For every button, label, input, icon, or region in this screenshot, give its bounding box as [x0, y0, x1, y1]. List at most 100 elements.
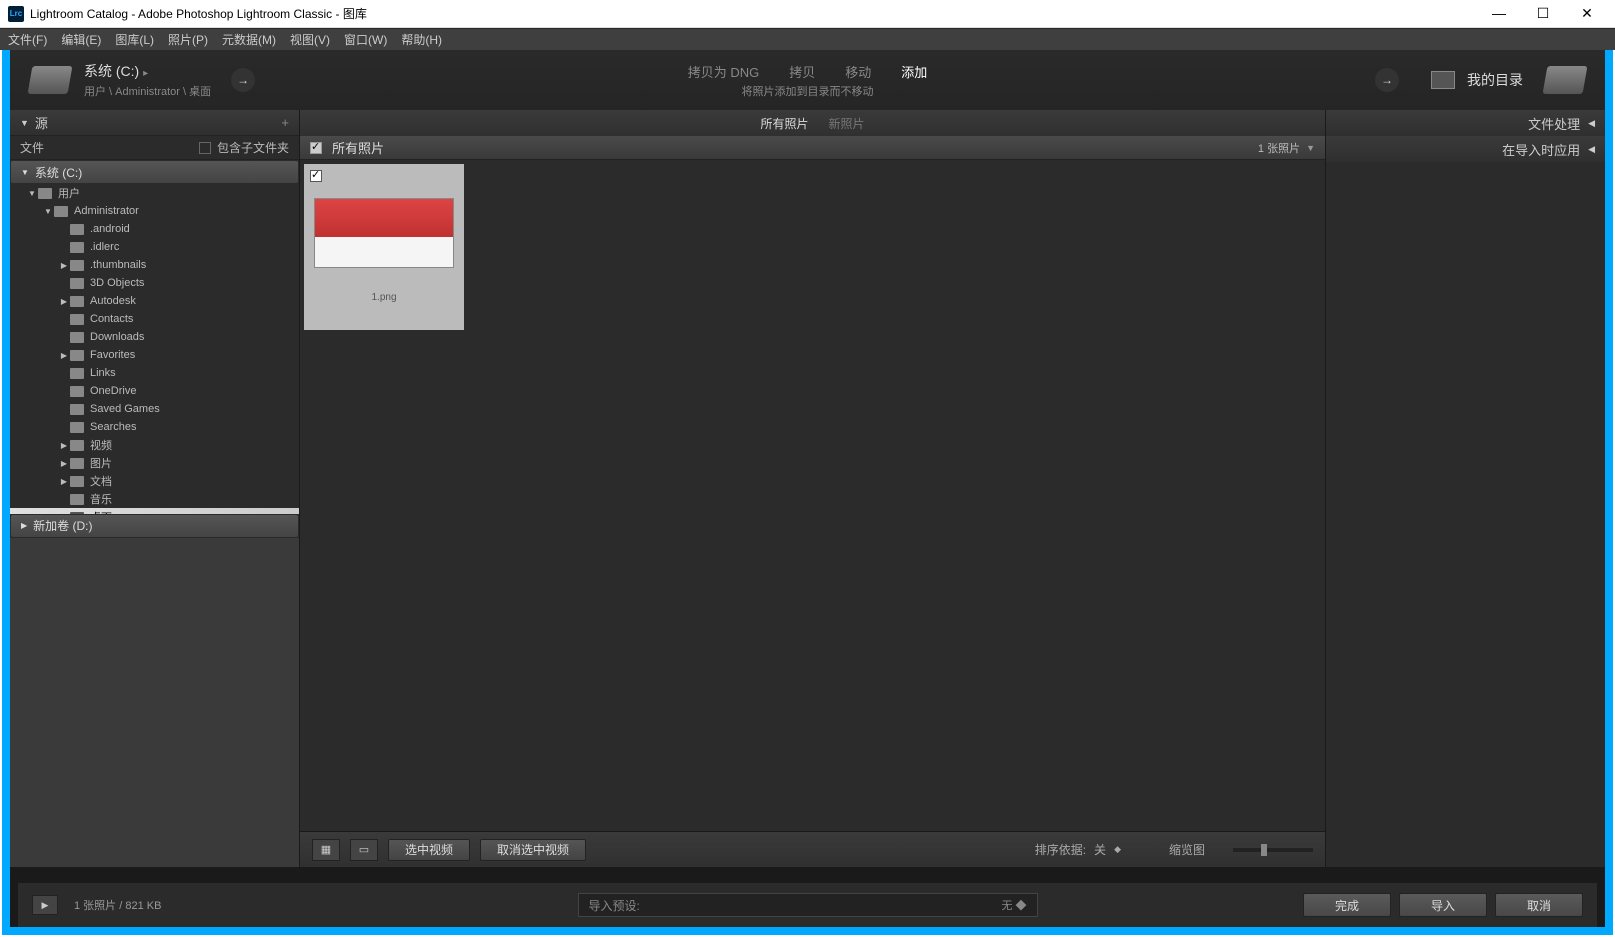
folder-icon — [70, 440, 84, 451]
menu-file[interactable]: 文件(F) — [8, 31, 47, 48]
sort-dropdown-icon[interactable]: ◆ — [1114, 844, 1121, 855]
folder-icon — [70, 458, 84, 469]
thumb-filename: 1.png — [308, 292, 460, 303]
tree-item-label: 用户 — [58, 185, 80, 201]
tree-item-label: Searches — [90, 421, 136, 433]
menu-photo[interactable]: 照片(P) — [168, 31, 208, 48]
mode-copy[interactable]: 拷贝 — [789, 62, 815, 81]
zoom-label: 缩览图 — [1169, 841, 1205, 858]
tree-arrow-icon: ▶ — [58, 459, 70, 468]
tab-new-photos[interactable]: 新照片 — [829, 115, 865, 132]
add-source-icon[interactable]: + — [281, 115, 289, 130]
app-icon: Lrc — [8, 6, 24, 22]
tab-all-photos[interactable]: 所有照片 — [760, 115, 808, 132]
loupe-view-button[interactable]: ▭ — [350, 839, 378, 861]
tree-item-label: 音乐 — [90, 491, 112, 507]
tree-item-label: Autodesk — [90, 295, 136, 307]
preview-panel: 所有照片 新照片 所有照片 1 张照片 ▼ 1.png ▦ ▭ 选中视频 — [300, 110, 1325, 867]
menu-help[interactable]: 帮助(H) — [401, 31, 442, 48]
maximize-button[interactable]: ☐ — [1531, 5, 1555, 22]
source-panel-header[interactable]: ▼ 源 + — [10, 110, 299, 136]
play-button[interactable]: ▶ — [32, 895, 58, 915]
tree-item[interactable]: Downloads — [10, 328, 299, 346]
tree-item[interactable]: ▼Administrator — [10, 202, 299, 220]
menu-view[interactable]: 视图(V) — [290, 31, 330, 48]
import-preset-select[interactable]: 导入预设: 无 ◆ — [578, 893, 1038, 917]
tree-item-label: 文档 — [90, 473, 112, 489]
mode-move[interactable]: 移动 — [845, 62, 871, 81]
chevron-left-icon: ◀ — [1588, 118, 1595, 129]
mode-subtitle: 将照片添加到目录而不移动 — [688, 83, 928, 99]
source-drive[interactable]: 系统 (C:) ▸ — [84, 61, 211, 81]
tree-item-label: Contacts — [90, 313, 133, 325]
apply-on-import-header[interactable]: 在导入时应用 ◀ — [1326, 136, 1605, 162]
folder-icon — [70, 476, 84, 487]
tree-item[interactable]: ▶文档 — [10, 472, 299, 490]
chevron-down-icon: ▼ — [21, 168, 29, 177]
select-video-button[interactable]: 选中视频 — [388, 839, 470, 861]
bar-title: 所有照片 — [332, 138, 384, 157]
minimize-button[interactable]: — — [1487, 5, 1511, 22]
tree-item-label: 桌面 — [90, 509, 112, 514]
tree-item[interactable]: ▶Autodesk — [10, 292, 299, 310]
import-button[interactable]: 导入 — [1399, 893, 1487, 917]
tree-arrow-icon: ▶ — [58, 351, 70, 360]
tree-item-label: Favorites — [90, 349, 135, 361]
cancel-button[interactable]: 取消 — [1495, 893, 1583, 917]
drive-d[interactable]: ▶ 新加卷 (D:) — [11, 515, 298, 537]
tree-arrow-icon: ▼ — [42, 207, 54, 216]
mode-add[interactable]: 添加 — [901, 62, 927, 81]
tree-item[interactable]: 音乐 — [10, 490, 299, 508]
menu-window[interactable]: 窗口(W) — [344, 31, 387, 48]
arrow-right-icon[interactable]: → — [231, 68, 255, 92]
deselect-video-button[interactable]: 取消选中视频 — [480, 839, 586, 861]
folder-icon — [70, 422, 84, 433]
destination-label: 我的目录 — [1467, 70, 1523, 90]
thumb-checkbox[interactable] — [310, 170, 322, 182]
folder-icon — [70, 278, 84, 289]
folder-icon — [70, 386, 84, 397]
tree-arrow-icon: ▶ — [58, 441, 70, 450]
grid-view-button[interactable]: ▦ — [312, 839, 340, 861]
tree-item[interactable]: ▶视频 — [10, 436, 299, 454]
tree-item-label: OneDrive — [90, 385, 136, 397]
close-button[interactable]: ✕ — [1575, 5, 1599, 22]
mode-copy-dng[interactable]: 拷贝为 DNG — [688, 62, 760, 81]
tree-item[interactable]: ▶.thumbnails — [10, 256, 299, 274]
tree-item-label: Links — [90, 367, 116, 379]
drive-c[interactable]: ▼ 系统 (C:) — [11, 161, 298, 183]
tree-item[interactable]: ▼用户 — [10, 184, 299, 202]
folder-icon — [70, 404, 84, 415]
menu-metadata[interactable]: 元数据(M) — [222, 31, 276, 48]
tree-item[interactable]: ▶图片 — [10, 454, 299, 472]
done-button[interactable]: 完成 — [1303, 893, 1391, 917]
tree-item[interactable]: ▶ Favorites — [10, 346, 299, 364]
titlebar: Lrc Lightroom Catalog - Adobe Photoshop … — [0, 0, 1615, 28]
tree-item[interactable]: Links — [10, 364, 299, 382]
tree-item[interactable]: Contacts — [10, 310, 299, 328]
photo-count: 1 张照片 — [1258, 140, 1300, 156]
menu-library[interactable]: 图库(L) — [115, 31, 154, 48]
tree-item[interactable]: .android — [10, 220, 299, 238]
tree-item[interactable]: .idlerc — [10, 238, 299, 256]
tree-item-label: .thumbnails — [90, 259, 146, 271]
file-handling-header[interactable]: 文件处理 ◀ — [1326, 110, 1605, 136]
arrow-right-dest-icon[interactable]: → — [1375, 68, 1399, 92]
count-dropdown-icon[interactable]: ▼ — [1306, 143, 1315, 153]
tree-item-label: .android — [90, 223, 130, 235]
tree-item[interactable]: Saved Games — [10, 400, 299, 418]
sort-label: 排序依据: — [1035, 841, 1086, 858]
tree-item-label: 3D Objects — [90, 277, 144, 289]
tree-item[interactable]: Searches — [10, 418, 299, 436]
select-all-checkbox[interactable] — [310, 142, 322, 154]
thumbnail-item[interactable]: 1.png — [304, 164, 464, 330]
menu-edit[interactable]: 编辑(E) — [61, 31, 101, 48]
folder-icon — [70, 260, 84, 271]
catalog-icon — [1431, 71, 1455, 89]
include-subfolders-checkbox[interactable] — [199, 142, 211, 154]
thumbnail-size-slider[interactable] — [1233, 848, 1313, 852]
tree-item[interactable]: 3D Objects — [10, 274, 299, 292]
tree-item[interactable]: ▼桌面 — [10, 508, 299, 514]
tree-item[interactable]: OneDrive — [10, 382, 299, 400]
sort-value[interactable]: 关 — [1094, 841, 1106, 858]
